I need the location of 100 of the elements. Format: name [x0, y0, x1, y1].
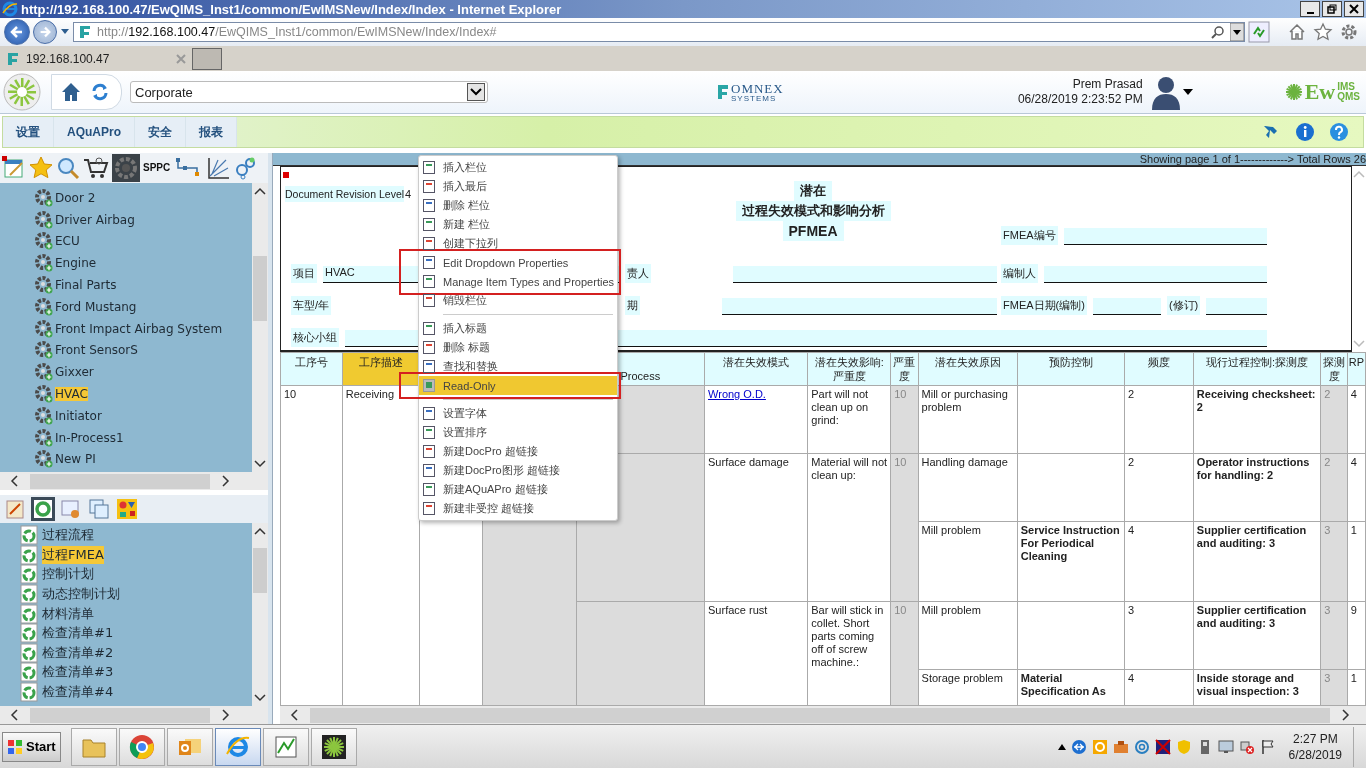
scrollbar-thumb[interactable]: [253, 548, 267, 594]
menu-item[interactable]: AQuAPro: [54, 117, 135, 147]
tree-item[interactable]: ECU: [55, 234, 80, 249]
document-item[interactable]: 动态控制计划: [42, 584, 120, 603]
star-icon[interactable]: [1313, 22, 1333, 42]
menu-item[interactable]: 新建DocPro 超链接: [419, 442, 617, 461]
browser-tab[interactable]: 192.168.100.47: [2, 47, 176, 70]
scroll-right-icon[interactable]: [1340, 708, 1352, 722]
menu-item[interactable]: 新建 栏位: [419, 215, 617, 234]
menu-item[interactable]: 设置排序: [419, 423, 617, 442]
info-icon[interactable]: [1295, 122, 1315, 142]
minimize-button[interactable]: [1300, 1, 1320, 17]
refresh-icon[interactable]: [91, 83, 109, 101]
column-header[interactable]: 探测度: [1320, 352, 1348, 386]
menu-item[interactable]: Edit Dropdown Properties: [399, 249, 621, 272]
document-item[interactable]: 过程流程: [42, 526, 94, 545]
menu-item[interactable]: Manage Item Types and Properties: [399, 272, 621, 295]
menu-item[interactable]: 插入栏位: [419, 158, 617, 177]
menu-item[interactable]: 报表: [186, 117, 237, 147]
scrollbar-thumb[interactable]: [30, 707, 210, 723]
input-field[interactable]: [1206, 298, 1267, 315]
document-item[interactable]: 检查清单#2: [42, 643, 114, 662]
forward-button[interactable]: [33, 20, 57, 44]
column-header[interactable]: 频度: [1124, 352, 1194, 386]
home-icon[interactable]: [1287, 22, 1307, 42]
scroll-up-icon[interactable]: [253, 185, 267, 196]
column-header[interactable]: 工序号: [280, 352, 343, 386]
tree-item[interactable]: Ford Mustang: [55, 299, 137, 314]
tree-item[interactable]: Gixxer: [55, 365, 94, 380]
flag-icon[interactable]: [1154, 738, 1171, 755]
spiral-icon[interactable]: [1133, 738, 1150, 755]
scroll-up-icon[interactable]: [253, 526, 267, 537]
circle-app-button[interactable]: [118, 727, 165, 766]
scrollbar-thumb[interactable]: [310, 707, 1330, 723]
remote-icon[interactable]: [1070, 738, 1087, 755]
close-button[interactable]: [1344, 1, 1364, 17]
tree-item[interactable]: Door 2: [55, 190, 96, 205]
address-field[interactable]: http://192.168.100.47/EwQIMS_Inst1/common/EwIMSNew/Index/Index#: [73, 22, 1245, 42]
scroll-down-icon[interactable]: [253, 693, 267, 703]
menu-item[interactable]: 插入标题: [419, 319, 617, 338]
caret-icon[interactable]: [1182, 89, 1193, 95]
module-tab[interactable]: [115, 497, 139, 522]
document-item[interactable]: 控制计划: [42, 565, 94, 584]
tree-item[interactable]: Engine: [55, 256, 97, 271]
document-item[interactable]: 材料清单: [42, 604, 94, 623]
menu-item[interactable]: 安全: [135, 117, 186, 147]
chart-icon[interactable]: [206, 155, 231, 180]
mail-app-button[interactable]: [166, 727, 213, 766]
drive-icon[interactable]: [1112, 738, 1129, 755]
browser-app-button[interactable]: [214, 727, 261, 766]
site-dropdown[interactable]: Corporate: [130, 81, 488, 103]
input-field[interactable]: [1063, 228, 1267, 245]
network-icon[interactable]: [1238, 738, 1255, 755]
column-header[interactable]: 现行过程控制:探测度: [1193, 352, 1321, 386]
scroll-left-icon[interactable]: [8, 708, 20, 722]
scroll-right-icon[interactable]: [220, 474, 232, 489]
column-header[interactable]: 潜在失效原因: [918, 352, 1018, 386]
home-icon[interactable]: [60, 81, 82, 103]
document-item[interactable]: 过程FMEA: [42, 545, 104, 564]
document-item[interactable]: 检查清单#1: [42, 624, 114, 643]
menu-item[interactable]: 设置字体: [419, 404, 617, 423]
document-item[interactable]: 检查清单#4: [42, 682, 114, 701]
menu-item[interactable]: 新建非受控 超链接: [419, 499, 617, 518]
column-header[interactable]: 预防控制: [1017, 352, 1125, 386]
tree-item[interactable]: Front SensorS: [55, 343, 138, 358]
column-header[interactable]: 工序描述: [342, 352, 420, 386]
dropdown-arrow-icon[interactable]: [1230, 23, 1244, 41]
flag-icon[interactable]: [1259, 738, 1276, 755]
scroll-left-icon[interactable]: [8, 474, 20, 489]
menu-item[interactable]: 新建AQuAPro 超链接: [419, 480, 617, 499]
input-field[interactable]: [1092, 298, 1161, 315]
horizontal-scrollbar[interactable]: [0, 706, 268, 724]
tree-item[interactable]: Initiator: [55, 408, 102, 423]
vertical-scrollbar[interactable]: [252, 523, 268, 706]
help-icon[interactable]: [1329, 122, 1349, 142]
scroll-left-icon[interactable]: [288, 708, 300, 722]
caret-icon[interactable]: [1057, 742, 1066, 751]
scroll-right-icon[interactable]: [220, 708, 232, 722]
start-button[interactable]: Start: [2, 731, 61, 762]
tree-item[interactable]: Driver Airbag: [55, 212, 135, 227]
tree-item[interactable]: Final Parts: [55, 278, 117, 292]
input-field[interactable]: [1044, 266, 1267, 283]
star-icon[interactable]: [29, 155, 53, 180]
gear-icon[interactable]: [112, 153, 140, 182]
menu-item[interactable]: 设置: [3, 117, 54, 147]
tree-item[interactable]: In-Process1: [55, 430, 124, 445]
module-tab[interactable]: [31, 497, 55, 522]
scrollbar-thumb[interactable]: [253, 255, 267, 321]
document-item[interactable]: 检查清单#3: [42, 663, 114, 682]
settings-icon[interactable]: [1339, 22, 1359, 42]
scrollbar-thumb[interactable]: [30, 473, 210, 489]
input-field[interactable]: [733, 266, 997, 283]
horizontal-scrollbar[interactable]: [0, 472, 268, 491]
vertical-scrollbar[interactable]: [252, 182, 268, 473]
tree-item[interactable]: New PI: [55, 452, 96, 467]
sppc-tool[interactable]: SPPC: [143, 162, 171, 174]
column-header[interactable]: 严重度: [890, 352, 919, 386]
back-button[interactable]: [4, 19, 30, 45]
menu-item[interactable]: 插入最后: [419, 177, 617, 196]
cart-icon[interactable]: [83, 155, 109, 180]
